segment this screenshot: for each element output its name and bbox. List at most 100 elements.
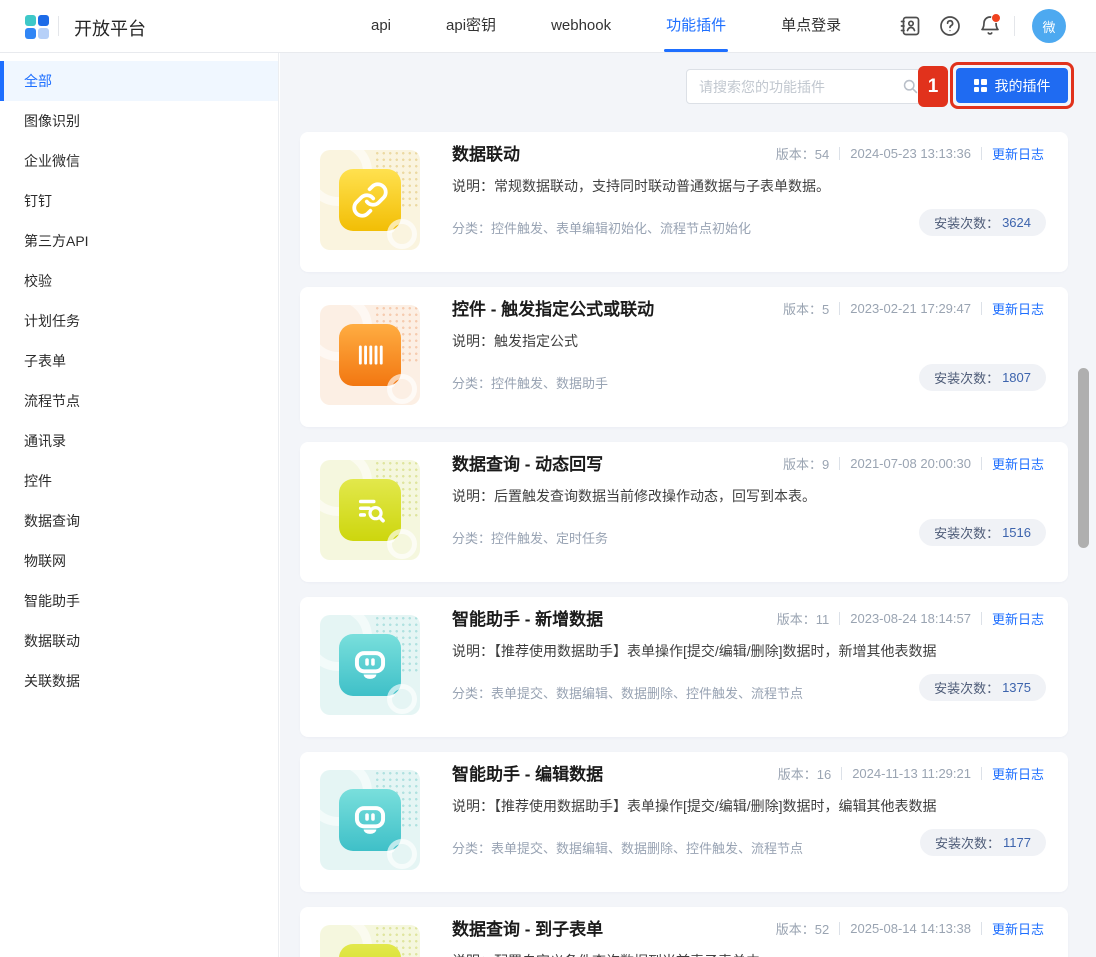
- changelog-link[interactable]: 更新日志: [992, 299, 1044, 318]
- plugin-description: 说明：触发指定公式: [452, 331, 1028, 351]
- plugin-card[interactable]: 数据查询 - 动态回写 版本：9 2021-07-08 20:00:30 更新日…: [300, 442, 1068, 582]
- sidebar-item-flow-node[interactable]: 流程节点: [0, 381, 278, 421]
- plugin-description: 说明：后置触发查询数据当前修改操作动态，回写到本表。: [452, 486, 1028, 506]
- plugin-description: 说明：配置自定义条件查询数据到当前表子表单内: [452, 951, 1028, 957]
- plugin-version: 版本：16: [778, 764, 831, 783]
- plugin-card[interactable]: 数据联动 版本：54 2024-05-23 13:13:36 更新日志 说明：常…: [300, 132, 1068, 272]
- page-title: 开放平台: [74, 15, 146, 41]
- help-icon[interactable]: [938, 14, 962, 38]
- sidebar-item-wecom[interactable]: 企业微信: [0, 141, 278, 181]
- plugin-version: 版本：9: [783, 454, 829, 473]
- plugin-card[interactable]: 智能助手 - 编辑数据 版本：16 2024-11-13 11:29:21 更新…: [300, 752, 1068, 892]
- changelog-link[interactable]: 更新日志: [992, 609, 1044, 628]
- plugin-version: 版本：5: [783, 299, 829, 318]
- install-count-badge: 安装次数：1516: [919, 519, 1046, 546]
- plugin-meta: 版本：5 2023-02-21 17:29:47 更新日志: [783, 299, 1044, 318]
- app-logo-icon[interactable]: [25, 15, 49, 39]
- plugin-list-panel: 1 我的插件 数据联动 版本：54 2024-05-23 13:13: [280, 52, 1096, 957]
- changelog-link[interactable]: 更新日志: [992, 144, 1044, 163]
- my-plugins-button[interactable]: 我的插件: [956, 68, 1068, 103]
- plugin-meta: 版本：54 2024-05-23 13:13:36 更新日志: [776, 144, 1044, 163]
- plugin-updated: 2025-08-14 14:13:38: [850, 921, 971, 936]
- sidebar-item-widget[interactable]: 控件: [0, 461, 278, 501]
- sidebar-item-linked-data[interactable]: 关联数据: [0, 661, 278, 701]
- plugin-icon-tile: [320, 460, 420, 560]
- changelog-link[interactable]: 更新日志: [992, 919, 1044, 938]
- plugin-icon-tile: [320, 305, 420, 405]
- plugin-meta: 版本：9 2021-07-08 20:00:30 更新日志: [783, 454, 1044, 473]
- sidebar-item-validation[interactable]: 校验: [0, 261, 278, 301]
- search-icon[interactable]: [902, 78, 919, 95]
- plugin-icon-tile: [320, 925, 420, 957]
- user-avatar[interactable]: 微: [1032, 9, 1066, 43]
- plugin-meta: 版本：16 2024-11-13 11:29:21 更新日志: [778, 764, 1044, 783]
- my-plugins-label: 我的插件: [995, 76, 1051, 96]
- top-header: 开放平台 api api密钥 webhook 功能插件 单点登录: [0, 0, 1096, 53]
- plugin-version: 版本：11: [777, 609, 830, 628]
- plugin-description: 说明：【推荐使用数据助手】表单操作[提交/编辑/删除]数据时，新增其他表数据: [452, 641, 1028, 661]
- plugin-card[interactable]: 智能助手 - 新增数据 版本：11 2023-08-24 18:14:57 更新…: [300, 597, 1068, 737]
- sidebar-item-smart-assistant[interactable]: 智能助手: [0, 581, 278, 621]
- sidebar-item-iot[interactable]: 物联网: [0, 541, 278, 581]
- notification-dot: [991, 13, 1001, 23]
- plugin-description: 说明：常规数据联动，支持同时联动普通数据与子表单数据。: [452, 176, 1028, 196]
- plugin-updated: 2024-05-23 13:13:36: [850, 146, 971, 161]
- sidebar-item-image-recognition[interactable]: 图像识别: [0, 101, 278, 141]
- plugin-description: 说明：【推荐使用数据助手】表单操作[提交/编辑/删除]数据时，编辑其他表数据: [452, 796, 1028, 816]
- sidebar-item-dingtalk[interactable]: 钉钉: [0, 181, 278, 221]
- sidebar-item-third-party-api[interactable]: 第三方API: [0, 221, 278, 261]
- plugin-version: 版本：54: [776, 144, 829, 163]
- plugin-title: 数据查询 - 到子表单: [452, 915, 603, 940]
- plugin-title: 数据联动: [452, 140, 520, 165]
- install-count-badge: 安装次数：1177: [920, 829, 1046, 856]
- plugin-categories: 分类：表单提交、数据编辑、数据删除、控件触发、流程节点: [452, 838, 803, 857]
- plugin-title: 智能助手 - 编辑数据: [452, 760, 603, 785]
- search-input[interactable]: [687, 70, 920, 103]
- sidebar-item-data-query[interactable]: 数据查询: [0, 501, 278, 541]
- nav-tab-sso[interactable]: 单点登录: [781, 0, 841, 52]
- plugin-updated: 2024-11-13 11:29:21: [852, 766, 971, 781]
- app-window: 开放平台 api api密钥 webhook 功能插件 单点登录: [0, 0, 1096, 957]
- sidebar-item-scheduled-task[interactable]: 计划任务: [0, 301, 278, 341]
- header-nav: api api密钥 webhook 功能插件 单点登录: [371, 0, 841, 52]
- sidebar-item-contacts[interactable]: 通讯录: [0, 421, 278, 461]
- grid-icon: [974, 79, 987, 92]
- plugin-card[interactable]: 控件 - 触发指定公式或联动 版本：5 2023-02-21 17:29:47 …: [300, 287, 1068, 427]
- plugin-version: 版本：52: [776, 919, 829, 938]
- plugin-updated: 2021-07-08 20:00:30: [850, 456, 971, 471]
- document-search-icon: [339, 479, 401, 541]
- plugin-updated: 2023-08-24 18:14:57: [850, 611, 971, 626]
- nav-tab-api[interactable]: api: [371, 0, 391, 52]
- link-icon: [339, 169, 401, 231]
- changelog-link[interactable]: 更新日志: [992, 454, 1044, 473]
- plugin-card[interactable]: 数据查询 - 到子表单 版本：52 2025-08-14 14:13:38 更新…: [300, 907, 1068, 957]
- plugin-categories: 分类：表单提交、数据编辑、数据删除、控件触发、流程节点: [452, 683, 803, 702]
- scrollbar-thumb[interactable]: [1078, 368, 1089, 548]
- nav-tab-webhook[interactable]: webhook: [551, 0, 611, 52]
- annotation-badge-1: 1: [918, 66, 948, 107]
- plugin-title: 数据查询 - 动态回写: [452, 450, 603, 475]
- plugin-meta: 版本：11 2023-08-24 18:14:57 更新日志: [777, 609, 1044, 628]
- plugin-title: 控件 - 触发指定公式或联动: [452, 295, 654, 320]
- changelog-link[interactable]: 更新日志: [992, 764, 1044, 783]
- category-sidebar: 全部 图像识别 企业微信 钉钉 第三方API 校验 计划任务 子表单 流程节点 …: [0, 52, 279, 957]
- install-count-badge: 安装次数：1375: [919, 674, 1046, 701]
- barcode-icon: [339, 324, 401, 386]
- install-count-badge: 安装次数：1807: [919, 364, 1046, 391]
- plugin-icon-tile: [320, 770, 420, 870]
- search-box: [686, 69, 921, 104]
- notification-bell-icon[interactable]: [978, 14, 1002, 38]
- robot-icon: [339, 634, 401, 696]
- robot-icon: [339, 789, 401, 851]
- plugin-meta: 版本：52 2025-08-14 14:13:38 更新日志: [776, 919, 1044, 938]
- sidebar-item-data-linkage[interactable]: 数据联动: [0, 621, 278, 661]
- nav-tab-plugins[interactable]: 功能插件: [666, 0, 726, 52]
- card-icon: [339, 944, 401, 957]
- install-count-badge: 安装次数：3624: [919, 209, 1046, 236]
- plugin-icon-tile: [320, 615, 420, 715]
- plugin-title: 智能助手 - 新增数据: [452, 605, 603, 630]
- sidebar-item-all[interactable]: 全部: [0, 61, 278, 101]
- sidebar-item-subform[interactable]: 子表单: [0, 341, 278, 381]
- nav-tab-api-key[interactable]: api密钥: [446, 0, 496, 52]
- contacts-icon[interactable]: [898, 14, 922, 38]
